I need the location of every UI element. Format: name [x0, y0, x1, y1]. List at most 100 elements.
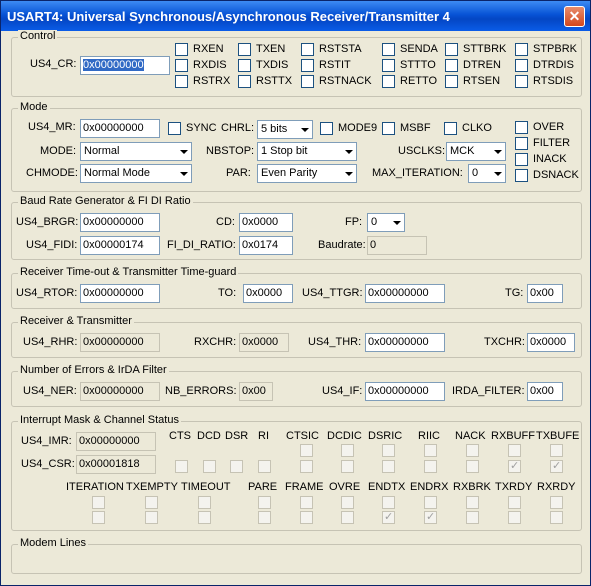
chevron-down-icon[interactable] [296, 121, 312, 138]
window-title: USART4: Universal Synchronous/Asynchrono… [7, 9, 450, 24]
stpbrk-checkbox[interactable] [515, 43, 528, 56]
rsttx-label: RSTTX [256, 75, 293, 87]
chevron-down-icon[interactable] [489, 165, 505, 182]
sttbrk-label: STTBRK [463, 43, 507, 55]
rxchr-field: 0x0000 [239, 333, 289, 352]
rxbrk-label: RXBRK [453, 481, 491, 493]
dtrdis-checkbox[interactable] [515, 59, 528, 72]
tg-label: TG: [505, 287, 524, 299]
to-field[interactable]: 0x0000 [243, 284, 293, 303]
group-title: Modem Lines [18, 537, 89, 549]
chevron-down-icon[interactable] [340, 143, 356, 160]
us4-if-field[interactable]: 0x00000000 [365, 382, 445, 401]
rtsen-checkbox[interactable] [445, 75, 458, 88]
sttto-checkbox[interactable] [382, 59, 395, 72]
rstnack-checkbox[interactable] [301, 75, 314, 88]
receiver-transmitter-group: Receiver & Transmitter US4_RHR: 0x000000… [11, 315, 582, 358]
par-select[interactable]: Even Parity [257, 164, 357, 183]
max-iteration-label: MAX_ITERATION: [372, 167, 463, 179]
dtren-checkbox[interactable] [445, 59, 458, 72]
txen-checkbox[interactable] [238, 43, 251, 56]
ctsic-mask-checkbox [300, 444, 313, 457]
us4-ttgr-field[interactable]: 0x00000000 [365, 284, 445, 303]
rxbrk-mask-checkbox [466, 496, 479, 509]
us4-thr-label: US4_THR: [308, 336, 362, 348]
chmode-select[interactable]: Normal Mode [80, 164, 192, 183]
sttbrk-checkbox[interactable] [445, 43, 458, 56]
us4-mr-field[interactable]: 0x00000000 [80, 119, 160, 138]
inack-checkbox[interactable] [515, 153, 528, 166]
irda-filter-field[interactable]: 0x00 [527, 382, 563, 401]
group-title: Number of Errors & IrDA Filter [18, 364, 169, 376]
rtsdis-checkbox[interactable] [515, 75, 528, 88]
cd-field[interactable]: 0x0000 [239, 213, 293, 232]
rxdis-checkbox[interactable] [175, 59, 188, 72]
mode9-checkbox[interactable] [320, 122, 333, 135]
dsnack-checkbox[interactable] [515, 169, 528, 182]
mode-select[interactable]: Normal [80, 142, 192, 161]
us4-mr-label: US4_MR: [28, 121, 76, 133]
chmode-label: CHMODE: [26, 167, 78, 179]
dtren-label: DTREN [463, 59, 501, 71]
endrx-label: ENDRX [410, 481, 449, 493]
filter-checkbox[interactable] [515, 137, 528, 150]
endtx-label: ENDTX [368, 481, 406, 493]
txempty-status-checkbox [145, 511, 158, 524]
chevron-down-icon[interactable] [175, 165, 191, 182]
iteration-label: ITERATION [66, 481, 124, 493]
txchr-field[interactable]: 0x0000 [527, 333, 575, 352]
timeout-label: TIMEOUT [181, 481, 231, 493]
nbstop-select[interactable]: 1 Stop bit [257, 142, 357, 161]
nb-errors-label: NB_ERRORS: [165, 385, 237, 397]
fi-di-ratio-field[interactable]: 0x0174 [239, 236, 293, 255]
txdis-checkbox[interactable] [238, 59, 251, 72]
us4-ttgr-label: US4_TTGR: [302, 287, 363, 299]
fp-label: FP: [345, 216, 363, 228]
rstrx-checkbox[interactable] [175, 75, 188, 88]
us4-cr-field[interactable]: 0x00000000 [80, 56, 170, 75]
us4-if-label: US4_IF: [322, 385, 363, 397]
chrl-label: CHRL: [221, 122, 255, 134]
chevron-down-icon[interactable] [388, 214, 404, 231]
us4-rtor-field[interactable]: 0x00000000 [80, 284, 160, 303]
max-iteration-select[interactable]: 0 [468, 164, 506, 183]
rstit-checkbox[interactable] [301, 59, 314, 72]
tg-field[interactable]: 0x00 [527, 284, 563, 303]
rstrx-label: RSTRX [193, 75, 231, 87]
pare-status-checkbox [258, 511, 271, 524]
us4-brgr-field[interactable]: 0x00000000 [80, 213, 160, 232]
chevron-down-icon[interactable] [489, 143, 505, 160]
msbf-checkbox[interactable] [382, 122, 395, 135]
dsr-label: DSR [225, 430, 249, 442]
chevron-down-icon[interactable] [340, 165, 356, 182]
rxrdy-status-checkbox [550, 511, 563, 524]
rxrdy-label: RXRDY [537, 481, 576, 493]
dcd-status-checkbox [203, 460, 216, 473]
endtx-mask-checkbox [382, 496, 395, 509]
senda-checkbox[interactable] [382, 43, 395, 56]
rststa-checkbox[interactable] [301, 43, 314, 56]
us4-thr-field[interactable]: 0x00000000 [365, 333, 445, 352]
close-button[interactable]: ✕ [564, 6, 585, 27]
title-bar: USART4: Universal Synchronous/Asynchrono… [1, 1, 590, 31]
usclks-label: USCLKS: [398, 145, 446, 157]
us4-rtor-label: US4_RTOR: [16, 287, 78, 299]
us4-rhr-label: US4_RHR: [23, 336, 78, 348]
ovre-label: OVRE [329, 481, 361, 493]
chevron-down-icon[interactable] [175, 143, 191, 160]
clko-checkbox[interactable] [444, 122, 457, 135]
txen-label: TXEN [256, 43, 286, 55]
rxen-checkbox[interactable] [175, 43, 188, 56]
frame-mask-checkbox [300, 496, 313, 509]
rstit-label: RSTIT [319, 59, 351, 71]
fp-select[interactable]: 0 [367, 213, 405, 232]
sync-checkbox[interactable] [168, 122, 181, 135]
chrl-select[interactable]: 5 bits [257, 120, 313, 139]
over-checkbox[interactable] [515, 121, 528, 134]
usclks-select[interactable]: MCK [446, 142, 506, 161]
us4-fidi-field[interactable]: 0x00000174 [80, 236, 160, 255]
endrx-mask-checkbox [424, 496, 437, 509]
rsttx-checkbox[interactable] [238, 75, 251, 88]
riic-status-checkbox [424, 460, 437, 473]
retto-checkbox[interactable] [382, 75, 395, 88]
